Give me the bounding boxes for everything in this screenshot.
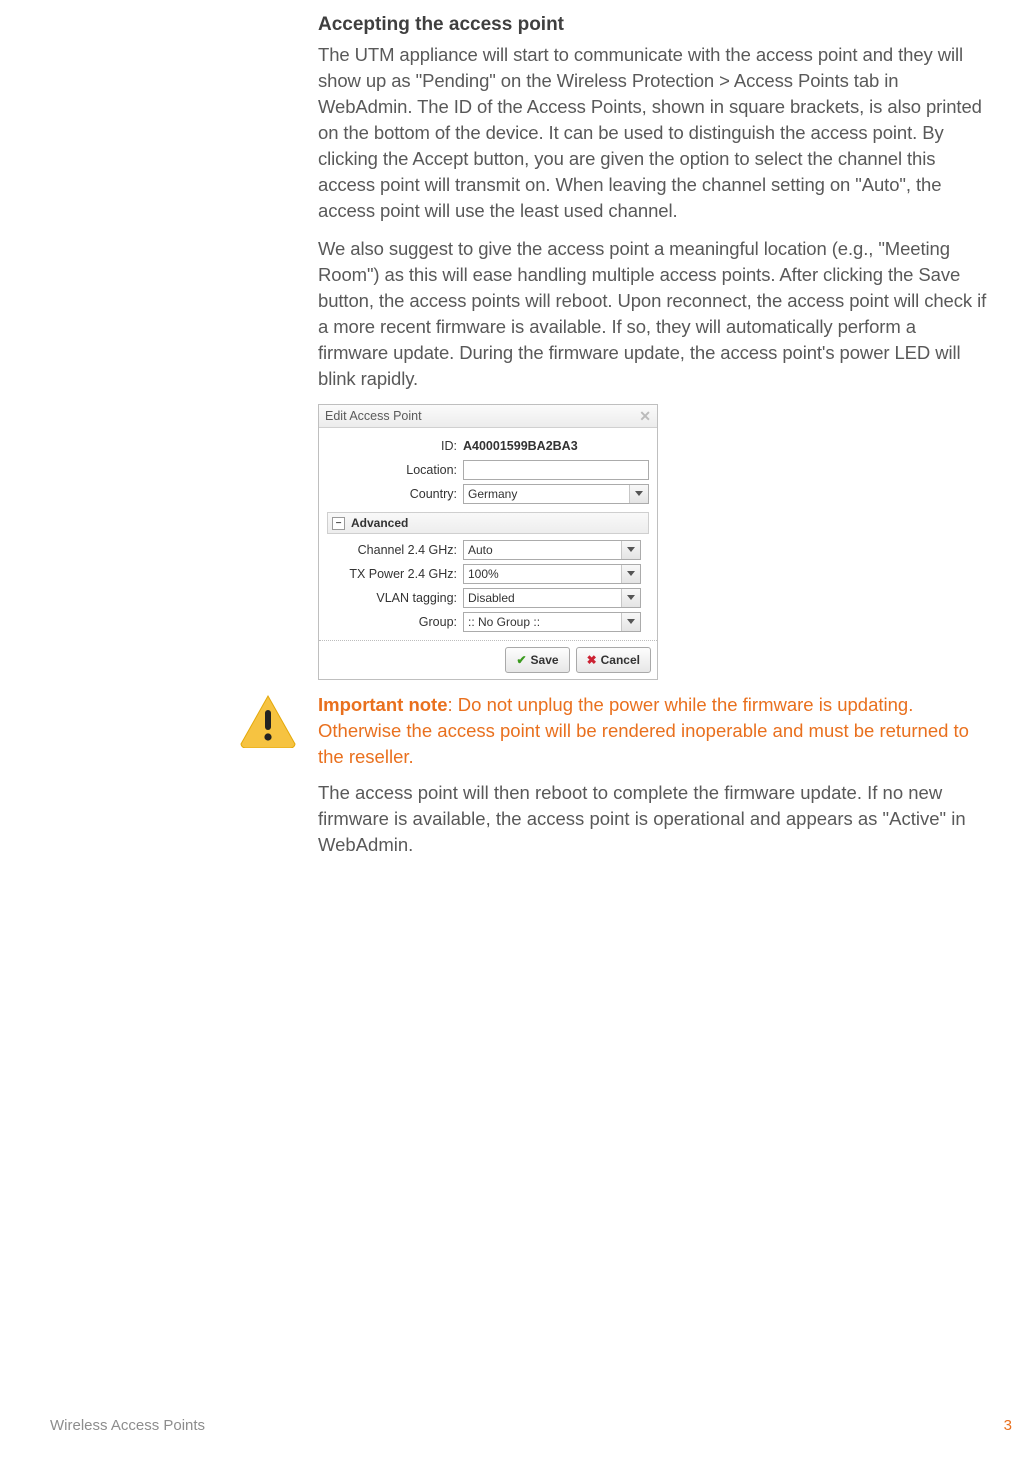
vlan-label: VLAN tagging:: [327, 591, 463, 605]
note-text-column: Important note: Do not unplug the power …: [298, 692, 986, 858]
dialog-titlebar: Edit Access Point ✕: [319, 405, 657, 428]
footer-page-number: 3: [1004, 1417, 1012, 1434]
advanced-section-header[interactable]: − Advanced: [327, 512, 649, 534]
vlan-value: Disabled: [464, 589, 621, 607]
warning-icon: [238, 692, 298, 753]
id-row: ID: A40001599BA2BA3: [327, 434, 649, 458]
close-icon[interactable]: ✕: [639, 409, 651, 423]
chevron-down-icon: [621, 565, 640, 583]
id-label: ID:: [327, 439, 463, 453]
location-label: Location:: [327, 463, 463, 477]
cancel-label: Cancel: [601, 653, 640, 667]
group-row: Group: :: No Group ::: [327, 610, 641, 634]
vlan-select[interactable]: Disabled: [463, 588, 641, 608]
txpower-select[interactable]: 100%: [463, 564, 641, 584]
channel-label: Channel 2.4 GHz:: [327, 543, 463, 557]
txpower-label: TX Power 2.4 GHz:: [327, 567, 463, 581]
chevron-down-icon: [621, 613, 640, 631]
advanced-label: Advanced: [351, 516, 408, 530]
dialog-title: Edit Access Point: [325, 409, 422, 423]
body-paragraph-1: The UTM appliance will start to communic…: [318, 42, 988, 224]
vlan-row: VLAN tagging: Disabled: [327, 586, 641, 610]
collapse-toggle-icon: −: [332, 517, 345, 530]
check-icon: ✔: [516, 653, 526, 667]
group-select[interactable]: :: No Group ::: [463, 612, 641, 632]
important-note-lead: Important note: [318, 694, 448, 715]
dialog-footer: ✔ Save ✖ Cancel: [319, 640, 657, 679]
channel-select[interactable]: Auto: [463, 540, 641, 560]
country-select[interactable]: Germany: [463, 484, 649, 504]
body-paragraph-2: We also suggest to give the access point…: [318, 236, 988, 392]
location-row: Location:: [327, 458, 649, 482]
chevron-down-icon: [621, 541, 640, 559]
page-footer: Wireless Access Points 3: [50, 1417, 1012, 1434]
main-content: Accepting the access point The UTM appli…: [318, 14, 988, 698]
section-heading: Accepting the access point: [318, 14, 988, 36]
country-row: Country: Germany: [327, 482, 649, 506]
important-note-text: Important note: Do not unplug the power …: [318, 692, 986, 770]
dialog-form: ID: A40001599BA2BA3 Location: Country: G…: [319, 428, 657, 640]
cancel-button[interactable]: ✖ Cancel: [576, 647, 651, 673]
country-value: Germany: [464, 485, 629, 503]
txpower-row: TX Power 2.4 GHz: 100%: [327, 562, 641, 586]
edit-access-point-dialog: Edit Access Point ✕ ID: A40001599BA2BA3 …: [318, 404, 658, 680]
note-followup: The access point will then reboot to com…: [318, 780, 986, 858]
channel-value: Auto: [464, 541, 621, 559]
important-note-block: Important note: Do not unplug the power …: [238, 692, 986, 858]
footer-doc-title: Wireless Access Points: [50, 1417, 205, 1434]
save-label: Save: [531, 653, 559, 667]
group-label: Group:: [327, 615, 463, 629]
x-icon: ✖: [587, 653, 597, 667]
id-value: A40001599BA2BA3: [463, 439, 578, 453]
channel-row: Channel 2.4 GHz: Auto: [327, 538, 641, 562]
chevron-down-icon: [629, 485, 648, 503]
advanced-body: Channel 2.4 GHz: Auto TX Power 2.4 GHz: …: [327, 534, 649, 640]
save-button[interactable]: ✔ Save: [505, 647, 569, 673]
chevron-down-icon: [621, 589, 640, 607]
country-label: Country:: [327, 487, 463, 501]
group-value: :: No Group ::: [464, 613, 621, 631]
location-input[interactable]: [463, 460, 649, 480]
txpower-value: 100%: [464, 565, 621, 583]
document-page: Accepting the access point The UTM appli…: [0, 0, 1032, 1464]
